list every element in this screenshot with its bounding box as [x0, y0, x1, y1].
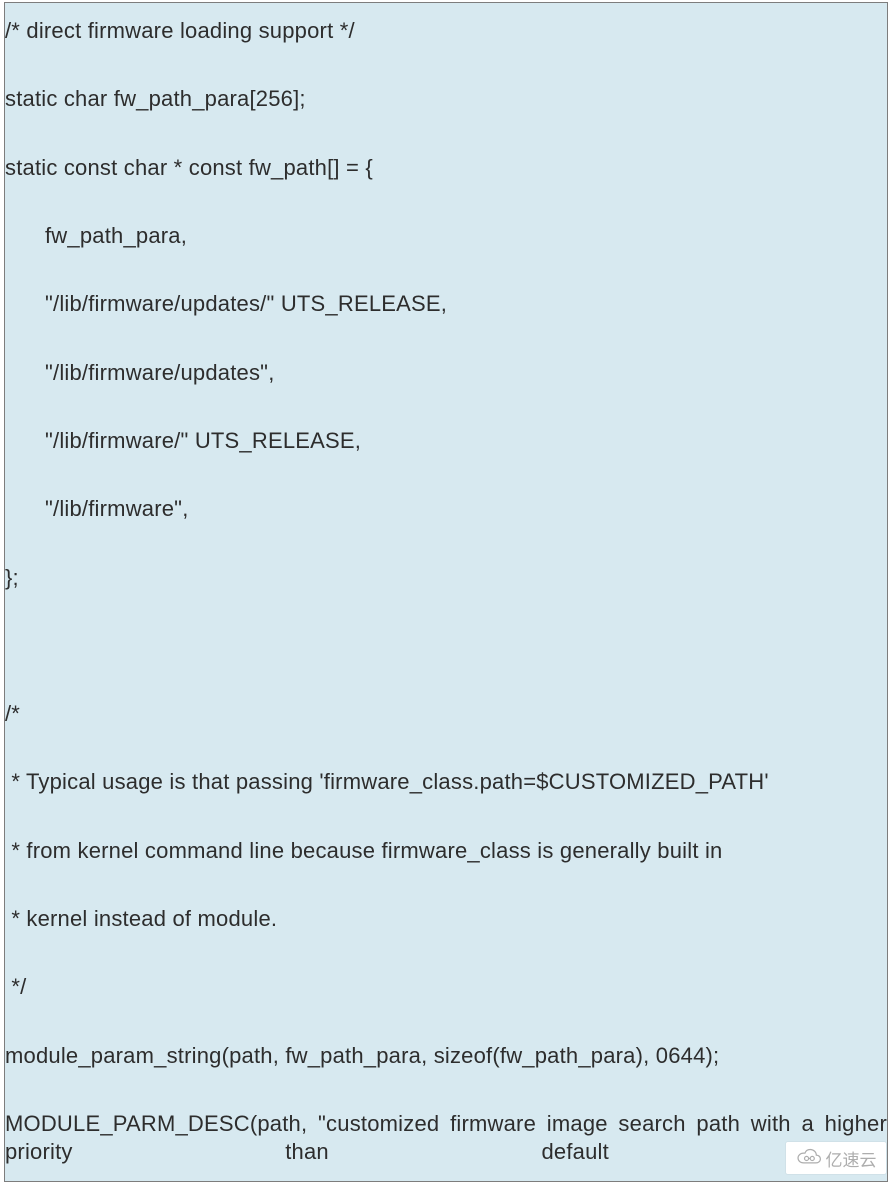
code-line: module_param_string(path, fw_path_para, …: [5, 1042, 887, 1070]
code-line: * Typical usage is that passing 'firmwar…: [5, 768, 887, 796]
code-line: MODULE_PARM_DESC(path, "customized firmw…: [5, 1110, 887, 1165]
watermark-text: 亿速云: [826, 1146, 877, 1171]
code-lines-container: /* direct firmware loading support */ st…: [5, 3, 887, 1181]
cloud-icon: [796, 1147, 822, 1170]
code-line: "/lib/firmware/updates/" UTS_RELEASE,: [5, 290, 887, 318]
code-line: * kernel instead of module.: [5, 905, 887, 933]
watermark: 亿速云: [786, 1142, 886, 1174]
code-line: * from kernel command line because firmw…: [5, 837, 887, 865]
code-line: };: [5, 564, 887, 592]
code-line: */: [5, 973, 887, 1001]
code-line: static char fw_path_para[256];: [5, 85, 887, 113]
code-line: fw_path_para,: [5, 222, 887, 250]
code-line: /* direct firmware loading support */: [5, 17, 887, 45]
code-line: "/lib/firmware/updates",: [5, 359, 887, 387]
code-block: /* direct firmware loading support */ st…: [4, 2, 888, 1182]
code-line: "/lib/firmware",: [5, 495, 887, 523]
code-line-blank: [5, 632, 887, 660]
code-line: "/lib/firmware/" UTS_RELEASE,: [5, 427, 887, 455]
code-line: static const char * const fw_path[] = {: [5, 154, 887, 182]
code-line: /*: [5, 700, 887, 728]
